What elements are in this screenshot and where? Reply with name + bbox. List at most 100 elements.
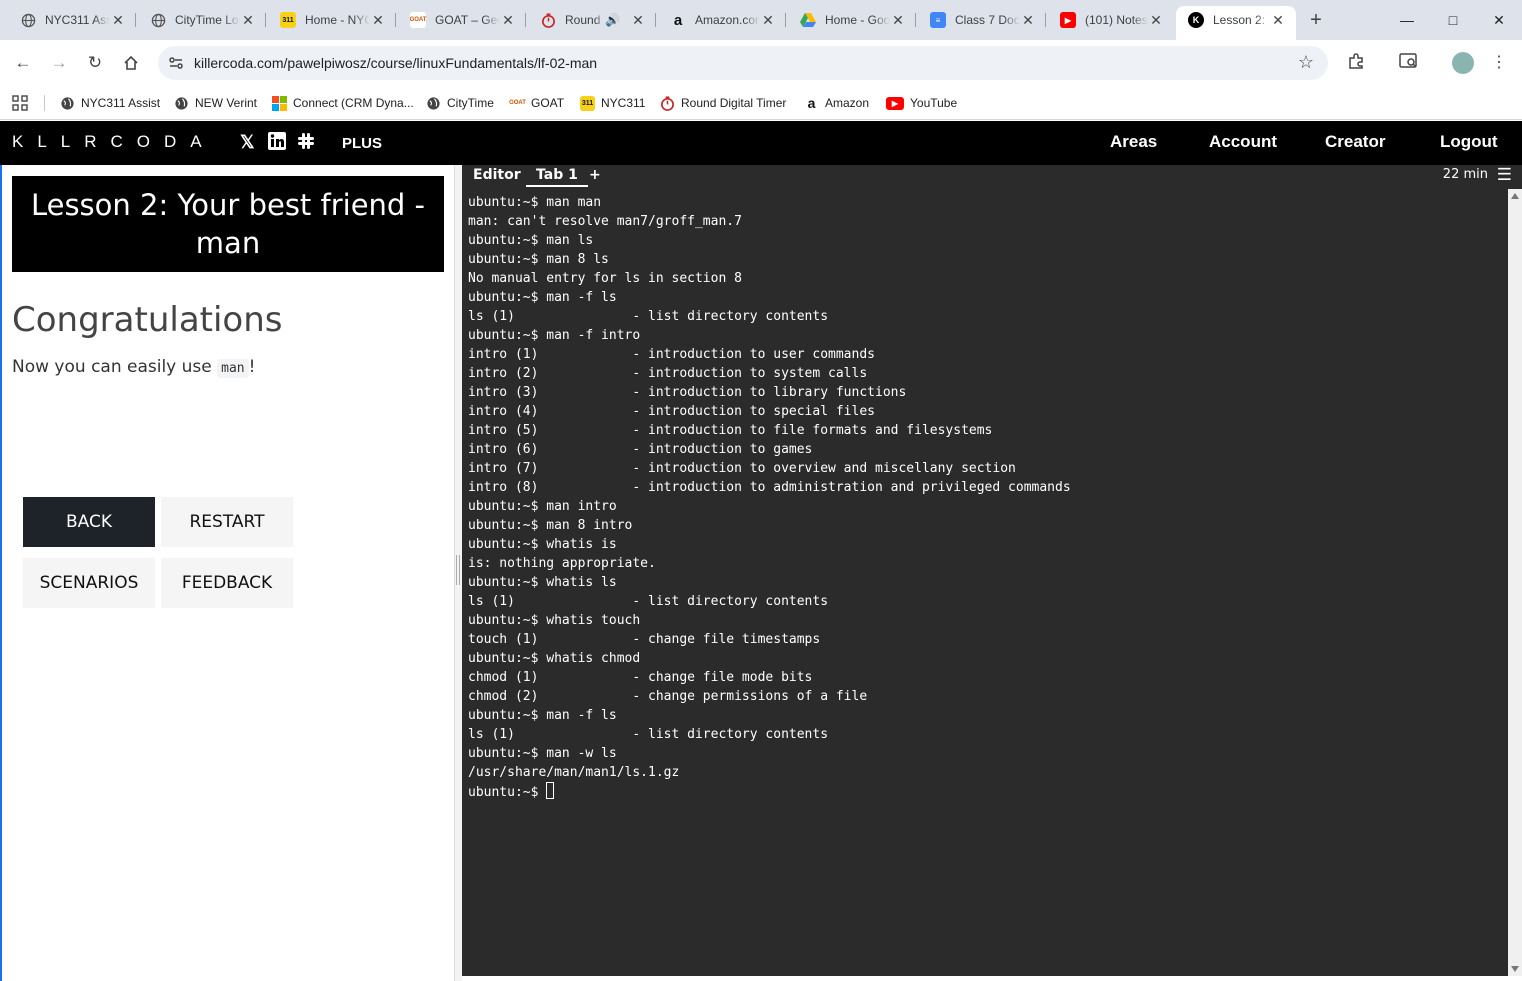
close-tab-icon[interactable]: ✕ <box>240 12 256 29</box>
terminal-line: man: can't resolve man7/groff_man.7 <box>468 214 742 229</box>
terminal-prompt-line[interactable]: ubuntu:~$ <box>468 782 1498 802</box>
close-window-button[interactable]: ✕ <box>1476 0 1522 40</box>
nav-account[interactable]: Account <box>1209 132 1277 152</box>
scenarios-button[interactable]: SCENARIOS <box>23 558 155 608</box>
site-info-icon[interactable] <box>168 55 184 71</box>
more-menu-icon[interactable]: ⋮ <box>1488 52 1510 74</box>
browser-tab[interactable]: a Amazon.com ✕ <box>658 6 786 34</box>
feedback-button[interactable]: FEEDBACK <box>161 558 293 608</box>
youtube-icon: ▶ <box>886 96 904 110</box>
terminal-line: No manual entry for ls in section 8 <box>468 271 742 286</box>
terminal-line: ls (1) - list directory contents <box>468 309 829 324</box>
profile-avatar[interactable] <box>1452 52 1474 74</box>
tab-separator <box>265 13 266 27</box>
bookmark-item[interactable]: a Amazon <box>804 93 869 113</box>
browser-tab-strip: + — □ ✕ NYC311 Assist✕CityTime Login✕311… <box>0 0 1522 40</box>
forward-arrow-icon[interactable]: → <box>46 50 72 76</box>
goat-icon: GOAT <box>509 95 526 111</box>
bookmark-item[interactable]: NEW Verint <box>174 93 257 113</box>
terminal-line: chmod (1) - change file mode bits <box>468 670 813 685</box>
tab-terminal-1[interactable]: Tab 1 <box>526 167 588 187</box>
resize-handle[interactable] <box>456 555 460 585</box>
terminal-line: touch (1) - change file timestamps <box>468 632 821 647</box>
close-tab-icon[interactable]: ✕ <box>760 12 776 29</box>
tab-search-icon[interactable] <box>1398 52 1420 74</box>
url-text[interactable]: killercoda.com/pawelpiwosz/course/linuxF… <box>194 55 597 71</box>
browser-toolbar: ← → ↻ killercoda.com/pawelpiwosz/course/… <box>0 40 1522 86</box>
bookmark-star-icon[interactable]: ☆ <box>1298 52 1314 73</box>
nav-creator[interactable]: Creator <box>1325 132 1385 152</box>
browser-tab[interactable]: ≡ Class 7 Docs ✕ <box>918 6 1046 34</box>
close-tab-icon[interactable]: ✕ <box>110 12 126 29</box>
back-arrow-icon[interactable]: ← <box>10 50 36 76</box>
scroll-down-arrow-icon[interactable] <box>1511 966 1519 972</box>
nyc311-icon: 311 <box>280 12 296 28</box>
close-tab-icon[interactable]: ✕ <box>370 12 386 29</box>
close-tab-icon[interactable]: ✕ <box>1020 12 1036 29</box>
terminal-line: ubuntu:~$ man -w ls <box>468 746 617 761</box>
extensions-icon[interactable] <box>1345 52 1367 74</box>
home-icon[interactable] <box>118 50 144 76</box>
address-bar[interactable]: killercoda.com/pawelpiwosz/course/linuxF… <box>158 46 1328 80</box>
terminal-line: intro (3) - introduction to library func… <box>468 385 907 400</box>
reload-icon[interactable]: ↻ <box>82 50 108 76</box>
close-tab-icon[interactable]: ✕ <box>500 12 516 29</box>
google-drive-icon <box>800 12 816 28</box>
browser-tab[interactable]: CityTime Login✕ <box>138 6 266 34</box>
terminal-line: ubuntu:~$ whatis chmod <box>468 651 641 666</box>
close-tab-icon[interactable]: ✕ <box>890 12 906 29</box>
site-header: KLLRCODA 𝕏 PLUS Areas Account Creator Lo… <box>0 121 1522 165</box>
bookmark-item[interactable]: ▶ YouTube <box>886 93 957 113</box>
bookmark-label: NEW Verint <box>195 96 258 110</box>
nav-logout[interactable]: Logout <box>1440 132 1498 152</box>
terminal-line: ls (1) - list directory contents <box>468 594 829 609</box>
bookmark-item[interactable]: Round Digital Timer <box>660 93 786 113</box>
x-twitter-icon[interactable]: 𝕏 <box>240 132 255 153</box>
linkedin-icon[interactable] <box>268 132 286 155</box>
hamburger-menu-icon[interactable]: ☰ <box>1497 165 1512 185</box>
killercoda-logo[interactable]: KLLRCODA <box>12 132 216 152</box>
back-button[interactable]: BACK <box>23 497 155 547</box>
terminal-line: ubuntu:~$ man ls <box>468 233 594 248</box>
plus-link[interactable]: PLUS <box>342 135 382 152</box>
minimize-button[interactable]: — <box>1384 0 1430 40</box>
restart-button[interactable]: RESTART <box>161 497 293 547</box>
browser-tab[interactable]: Home - Google Drive✕ <box>788 6 916 34</box>
browser-tab-title: Home - NYC311 <box>305 13 370 27</box>
bookmark-item[interactable]: Connect (CRM Dyna... <box>272 93 414 113</box>
tab-separator <box>395 13 396 27</box>
bookmark-item[interactable]: 311 NYC311 <box>580 93 645 113</box>
nav-areas[interactable]: Areas <box>1110 132 1157 152</box>
maximize-button[interactable]: □ <box>1430 0 1476 40</box>
close-tab-icon[interactable]: ✕ <box>1270 12 1286 29</box>
terminal-line: ubuntu:~$ man intro <box>468 499 617 514</box>
tab-editor[interactable]: Editor <box>473 167 521 183</box>
slack-icon[interactable] <box>297 132 315 155</box>
terminal-line: chmod (2) - change permissions of a file <box>468 689 868 704</box>
terminal-output[interactable]: ubuntu:~$ man man man: can't resolve man7… <box>468 193 1498 802</box>
browser-tab[interactable]: Round Digital Timer🔊 ✕ <box>528 6 656 34</box>
close-tab-icon[interactable]: ✕ <box>1148 12 1164 29</box>
terminal-cursor[interactable] <box>546 782 555 799</box>
add-tab-button[interactable]: + <box>589 167 601 183</box>
scroll-up-arrow-icon[interactable] <box>1511 193 1519 199</box>
terminal-scrollbar[interactable] <box>1508 189 1522 976</box>
close-tab-icon[interactable]: ✕ <box>630 12 646 29</box>
browser-tab[interactable]: NYC311 Assist✕ <box>8 6 136 34</box>
browser-tab[interactable]: GOAT GOAT – Geosupport✕ <box>398 6 526 34</box>
terminal-panel[interactable]: Editor Tab 1 + 22 min ☰ ubuntu:~$ man ma… <box>462 165 1522 976</box>
inline-code-man[interactable]: man <box>217 359 249 378</box>
browser-tab[interactable]: 311 Home - NYC311✕ <box>268 6 396 34</box>
speaker-icon[interactable]: 🔊 <box>605 13 620 27</box>
bookmark-item[interactable]: NYC311 Assist <box>60 93 160 113</box>
bookmark-item[interactable]: GOAT GOAT <box>509 93 564 113</box>
browser-tab[interactable]: K Lesson 2: Your best friend✕ <box>1176 6 1296 40</box>
new-tab-button[interactable]: + <box>1304 9 1328 33</box>
apps-grid-icon[interactable] <box>12 93 28 113</box>
amazon-icon: a <box>673 11 683 29</box>
terminal-line: intro (6) - introduction to games <box>468 442 813 457</box>
globe-icon <box>426 96 441 111</box>
browser-tab-title: Lesson 2: Your best friend <box>1213 13 1270 27</box>
bookmark-item[interactable]: CityTime <box>426 93 494 113</box>
browser-tab[interactable]: ▶ (101) Notes ✕ <box>1048 6 1174 34</box>
